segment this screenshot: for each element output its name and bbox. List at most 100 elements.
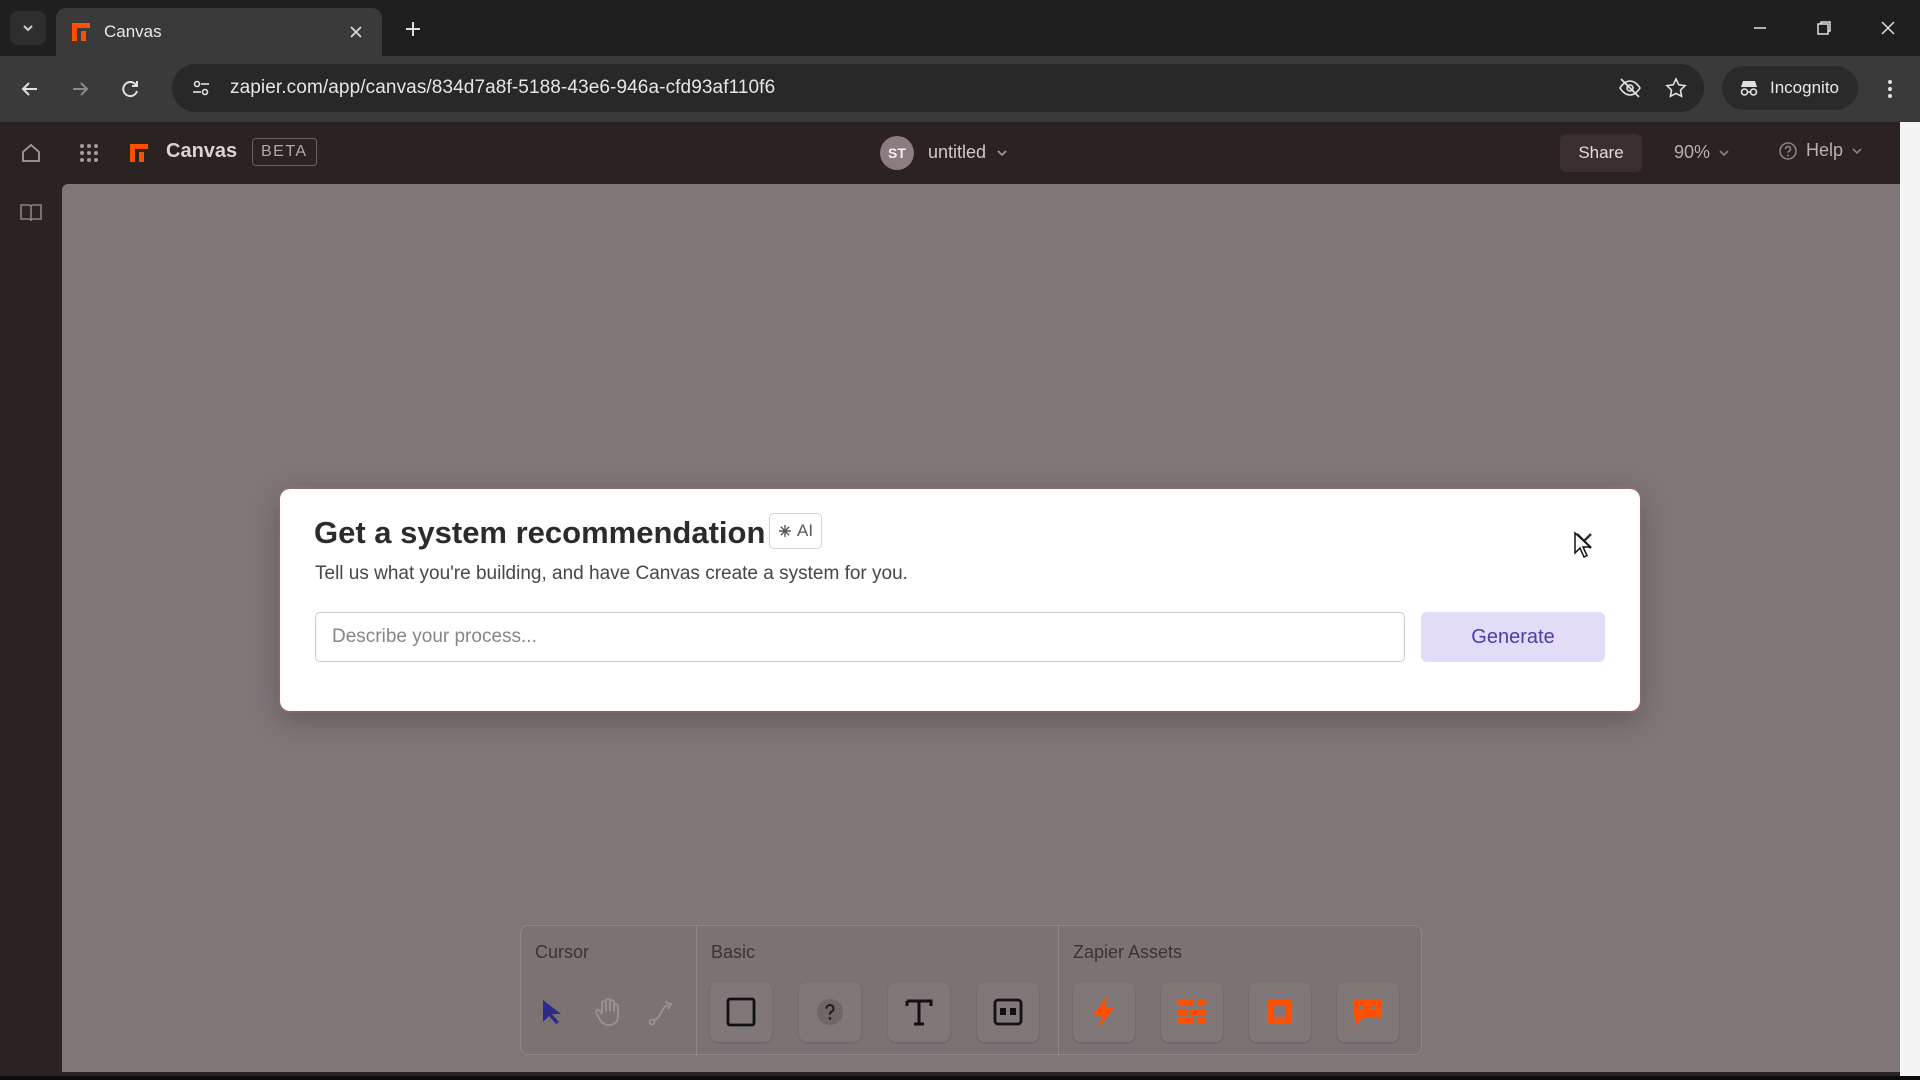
hand-tool[interactable] <box>585 982 631 1042</box>
mouse-cursor-icon <box>1574 531 1592 559</box>
eye-off-icon <box>1619 78 1641 98</box>
book-icon <box>20 204 42 222</box>
connector-tool[interactable] <box>639 982 685 1042</box>
chevron-down-icon <box>1852 147 1862 154</box>
connector-icon <box>648 1001 673 1026</box>
sparkle-icon <box>779 525 791 537</box>
close-icon <box>350 26 362 38</box>
restore-icon <box>1817 21 1831 35</box>
help-circle-icon <box>1779 141 1797 160</box>
minimize-icon <box>1754 27 1766 29</box>
tune-icon <box>193 80 209 96</box>
left-sidebar <box>0 184 62 1080</box>
zap-tool[interactable] <box>1073 982 1135 1042</box>
arrow-left-icon <box>21 82 37 96</box>
question-icon <box>817 999 843 1025</box>
window-close-button[interactable] <box>1868 12 1908 44</box>
back-button[interactable] <box>14 73 46 105</box>
zap-icon <box>1093 996 1114 1028</box>
grid-icon <box>80 144 98 162</box>
browser-toolbar: zapier.com/app/canvas/834d7a8f-5188-43e6… <box>0 56 1920 122</box>
table-tool[interactable] <box>1161 982 1223 1042</box>
ai-badge: AI <box>769 513 823 549</box>
help-label: Help <box>1806 140 1844 160</box>
home-icon <box>22 143 40 162</box>
process-description-input[interactable] <box>315 612 1405 662</box>
text-tool[interactable] <box>888 982 950 1042</box>
forward-button[interactable] <box>64 73 96 105</box>
dialog-title: Get a system recommendation <box>314 515 766 550</box>
new-tab-button[interactable] <box>398 14 428 44</box>
apps-button[interactable] <box>72 136 106 170</box>
library-button[interactable] <box>14 196 48 230</box>
cursor-group: Cursor <box>521 926 696 1056</box>
star-icon <box>1665 77 1687 98</box>
incognito-label: Incognito <box>1770 78 1839 97</box>
zapier-assets-group: Zapier Assets <box>1058 926 1420 1056</box>
browser-menu-button[interactable] <box>1874 73 1906 105</box>
browser-tabbar: Canvas <box>0 0 1920 56</box>
beta-badge: BETA <box>252 138 317 166</box>
app-name: Canvas <box>166 140 238 162</box>
generate-button[interactable]: Generate <box>1421 612 1605 662</box>
chatbot-tool[interactable] <box>1337 982 1399 1042</box>
incognito-badge[interactable]: Incognito <box>1722 66 1858 110</box>
shape-toolbar: Cursor Basic Zapier Assets <box>520 925 1422 1056</box>
rectangle-icon <box>726 997 756 1027</box>
select-icon <box>543 1000 561 1024</box>
chevron-down-icon <box>23 25 33 32</box>
bookmark-button[interactable] <box>1660 72 1692 104</box>
url-text[interactable]: zapier.com/app/canvas/834d7a8f-5188-43e6… <box>230 77 775 99</box>
zoom-menu[interactable]: 90% <box>1674 142 1730 163</box>
incognito-icon <box>1740 81 1758 96</box>
arrow-right-icon <box>73 82 89 96</box>
site-info-button[interactable] <box>184 71 218 105</box>
zoom-level: 90% <box>1674 142 1711 162</box>
basic-group-label: Basic <box>711 942 756 962</box>
assets-group-label: Zapier Assets <box>1073 942 1183 962</box>
document-title: untitled <box>928 142 987 162</box>
table-icon <box>1178 1000 1206 1024</box>
question-tool[interactable] <box>799 982 861 1042</box>
system-recommendation-dialog: Get a system recommendation AI Tell us w… <box>280 489 1640 711</box>
zapier-logo-icon <box>72 23 90 41</box>
minimize-button[interactable] <box>1740 12 1780 44</box>
avatar[interactable]: ST <box>880 136 914 170</box>
tab-title: Canvas <box>104 22 162 41</box>
share-button[interactable]: Share <box>1560 134 1642 172</box>
restore-button[interactable] <box>1804 12 1844 44</box>
tab-close-button[interactable] <box>344 20 368 44</box>
canvas-logo-icon <box>130 144 148 162</box>
hand-icon <box>595 998 619 1026</box>
select-tool[interactable] <box>529 982 575 1042</box>
address-bar[interactable]: zapier.com/app/canvas/834d7a8f-5188-43e6… <box>172 64 1704 112</box>
ai-badge-label: AI <box>797 521 814 540</box>
scrollbar-track <box>1900 122 1920 1080</box>
card-icon <box>993 998 1023 1026</box>
plus-icon <box>406 22 420 36</box>
tab-search-button[interactable] <box>10 11 46 45</box>
card-tool[interactable] <box>977 982 1039 1042</box>
browser-tab-canvas[interactable]: Canvas <box>56 8 382 56</box>
cursor-group-label: Cursor <box>535 942 590 962</box>
interface-icon <box>1268 1000 1292 1024</box>
basic-group: Basic <box>696 926 1058 1056</box>
chevron-down-icon <box>1719 149 1729 156</box>
more-vertical-icon <box>1888 80 1892 98</box>
reload-icon <box>122 81 138 98</box>
reload-button[interactable] <box>114 73 146 105</box>
help-menu[interactable]: Help <box>1778 140 1863 161</box>
tracking-protection-button[interactable] <box>1614 72 1646 104</box>
chevron-down-icon <box>997 149 1007 156</box>
bottom-border <box>0 1076 1920 1080</box>
home-button[interactable] <box>14 136 48 170</box>
app-header: Canvas BETA ST untitled Share 90% Help <box>0 122 1900 184</box>
interface-tool[interactable] <box>1249 982 1311 1042</box>
text-icon <box>905 999 933 1026</box>
document-title-menu[interactable]: untitled <box>928 142 1008 163</box>
address-bar-actions <box>1614 72 1692 104</box>
close-icon <box>1881 21 1895 35</box>
dialog-subtitle: Tell us what you're building, and have C… <box>315 563 908 584</box>
rectangle-tool[interactable] <box>710 982 772 1042</box>
chatbot-icon <box>1354 1000 1382 1025</box>
